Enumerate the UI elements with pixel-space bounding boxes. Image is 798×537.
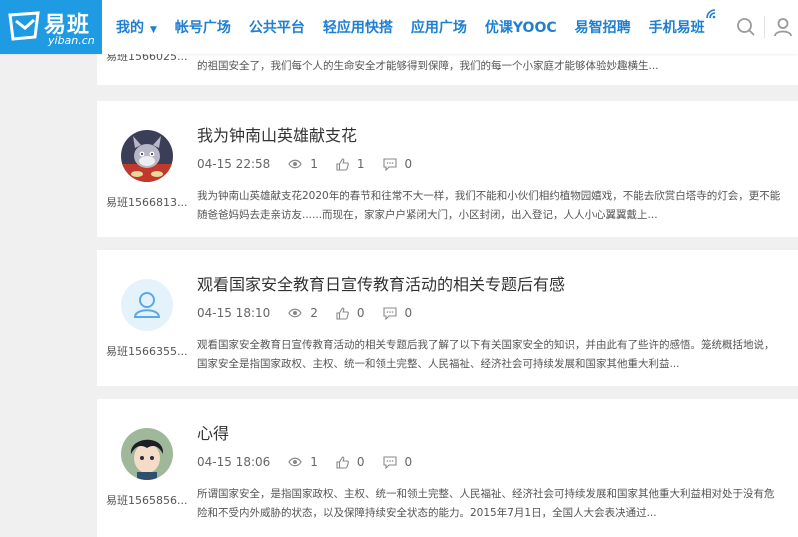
brand-domain: yiban.cn [48, 34, 95, 47]
eye-icon [288, 457, 302, 467]
view-count: 1 [288, 157, 318, 171]
caret-down-icon: ▼ [150, 25, 157, 35]
view-count-value: 1 [310, 157, 318, 171]
comment-count: 0 [404, 455, 413, 469]
post-card[interactable]: 易班1566355... 观看国家安全教育日宣传教育活动的相关专题后有感 04-… [97, 250, 798, 386]
comment-icon [382, 306, 397, 320]
post-excerpt: 的祖国安全了，我们每个人的生命安全才能够得到保障，我们的每一个小家庭才能够体验妙… [197, 60, 659, 72]
post-excerpt: 随爸爸妈妈去走亲访友......而现在，家家户户紧闭大门，小区封闭，出入登记，人… [197, 209, 658, 221]
post-date: 04-15 22:58 [197, 157, 271, 171]
post-date: 04-15 18:10 [197, 306, 271, 320]
view-count: 1 [288, 455, 318, 469]
avatar[interactable] [121, 130, 173, 182]
post-meta: 04-15 18:10 2 0 0 [197, 305, 430, 321]
nav-light-app[interactable]: 轻应用快搭 [317, 17, 399, 37]
comment-button[interactable]: 0 [382, 455, 413, 469]
avatar[interactable] [121, 428, 173, 480]
nav-mobile[interactable]: 手机易班 [643, 9, 715, 37]
view-count-value: 2 [310, 306, 318, 320]
post-title[interactable]: 心得 [197, 420, 229, 444]
like-button[interactable]: 1 [336, 157, 365, 171]
default-user-icon [133, 292, 161, 318]
nav-account-square[interactable]: 帐号广场 [169, 17, 237, 37]
comment-button[interactable]: 0 [382, 306, 413, 320]
eye-icon [288, 159, 302, 169]
like-count: 1 [356, 157, 365, 171]
view-count-value: 1 [310, 455, 318, 469]
post-meta: 04-15 18:06 1 0 0 [197, 454, 430, 470]
header-tools [728, 0, 798, 54]
like-button[interactable]: 0 [336, 306, 365, 320]
thumbs-up-icon [336, 455, 349, 469]
top-header: 易班 yiban.cn 我的 ▼ 帐号广场 公共平台 轻应用快搭 应用广场 优课Y… [0, 0, 798, 54]
post-excerpt: 国家安全是指国家政权、主权、统一和领土完整、人民福祉、经济社会可持续发展和国家其… [197, 358, 680, 370]
logo-icon [8, 11, 40, 41]
eye-icon [288, 308, 302, 318]
nav-my-label: 我的 [116, 20, 144, 36]
nav-recruit[interactable]: 易智招聘 [569, 17, 637, 37]
thumbs-up-icon [336, 157, 349, 171]
nav-app-square[interactable]: 应用广场 [405, 17, 473, 37]
user-icon [774, 18, 792, 37]
nav-mobile-label: 手机易班 [648, 20, 705, 36]
wifi-icon [705, 9, 715, 19]
like-count: 0 [356, 455, 365, 469]
post-excerpt: 我为钟南山英雄献支花2020年的春节和往常不大一样，我们不能和小伙们相约植物园嬉… [197, 190, 781, 202]
thumbs-up-icon [336, 306, 349, 320]
comment-count: 0 [404, 157, 413, 171]
anime-boy-avatar-icon [121, 428, 173, 480]
nav-public-platform[interactable]: 公共平台 [243, 17, 311, 37]
avatar[interactable] [121, 279, 173, 331]
post-excerpt: 险和不受内外威胁的状态，以及保障持续安全状态的能力。2015年7月1日，全国人大… [197, 507, 657, 519]
post-excerpt: 所谓国家安全，是指国家政权、主权、统一和领土完整、人民福祉、经济社会可持续发展和… [197, 488, 775, 500]
view-count: 2 [288, 306, 318, 320]
comment-icon [382, 157, 397, 171]
author-name[interactable]: 易班1566813... [106, 194, 198, 210]
like-count: 0 [356, 306, 365, 320]
post-title[interactable]: 我为钟南山英雄献支花 [197, 122, 357, 146]
author-name[interactable]: 易班1565856... [106, 492, 198, 508]
post-meta: 04-15 22:58 1 1 0 [197, 156, 430, 172]
post-card[interactable]: 易班1566813... 我为钟南山英雄献支花 04-15 22:58 1 1 … [97, 101, 798, 237]
post-card[interactable]: 易班1565856... 心得 04-15 18:06 1 0 0 所谓国家安全… [97, 399, 798, 537]
comment-button[interactable]: 0 [382, 157, 413, 171]
search-button[interactable] [728, 0, 764, 54]
yiban-logo[interactable]: 易班 yiban.cn [0, 0, 102, 54]
comment-count: 0 [404, 306, 413, 320]
comment-icon [382, 455, 397, 469]
like-button[interactable]: 0 [336, 455, 365, 469]
post-title[interactable]: 观看国家安全教育日宣传教育活动的相关专题后有感 [197, 271, 565, 295]
nav-my[interactable]: 我的 ▼ [110, 17, 163, 37]
nav-yooc[interactable]: 优课YOOC [479, 17, 563, 37]
cat-avatar-icon [121, 130, 173, 182]
post-date: 04-15 18:06 [197, 455, 271, 469]
author-name[interactable]: 易班1566355... [106, 343, 198, 359]
user-button[interactable] [765, 0, 798, 54]
search-icon [737, 18, 755, 36]
post-excerpt: 观看国家安全教育日宣传教育活动的相关专题后我了解了以下有关国家安全的知识，并由此… [197, 339, 775, 351]
main-nav: 我的 ▼ 帐号广场 公共平台 轻应用快搭 应用广场 优课YOOC 易智招聘 手机易… [110, 0, 715, 54]
